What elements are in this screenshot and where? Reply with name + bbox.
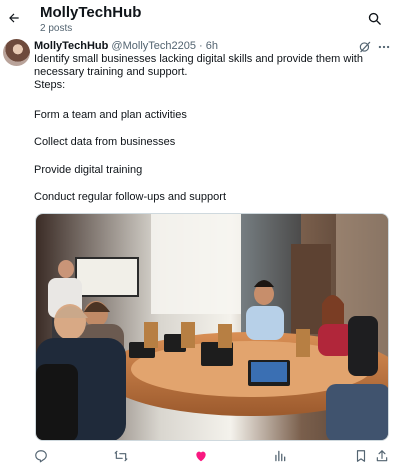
author-name[interactable]: MollyTechHub <box>34 40 108 52</box>
search-button[interactable] <box>364 8 384 28</box>
arrow-left-icon <box>9 13 19 23</box>
views-button[interactable] <box>272 448 288 464</box>
retweet-button[interactable] <box>113 448 129 464</box>
share-button[interactable] <box>374 448 390 464</box>
meeting-photo <box>36 214 388 440</box>
post-count: 2 posts <box>40 23 73 34</box>
step-item: Collect data from businesses <box>34 136 176 148</box>
step-item: Form a team and plan activities <box>34 109 187 121</box>
step-item: Provide digital training <box>34 164 143 176</box>
tweet-actions <box>0 448 400 468</box>
author-handle[interactable]: @MollyTech2205 · 6h <box>111 40 218 52</box>
like-icon <box>196 451 206 462</box>
steps-label: Steps: <box>34 79 66 91</box>
step-item: Conduct regular follow-ups and support <box>34 191 227 203</box>
share-icon <box>376 450 388 462</box>
grok-button[interactable] <box>358 40 372 54</box>
views-icon <box>275 450 286 462</box>
tweet-header: MollyTechHub @MollyTech2205 · 6h <box>34 40 218 53</box>
tweet-photo[interactable] <box>35 213 389 441</box>
like-button[interactable] <box>193 448 209 464</box>
tweet-intro: Identify small businesses lacking digita… <box>34 53 363 78</box>
bookmark-button[interactable] <box>353 448 369 464</box>
more-icon <box>378 45 390 49</box>
avatar[interactable] <box>3 39 30 66</box>
more-button[interactable] <box>377 40 391 54</box>
search-icon <box>368 12 381 25</box>
retweet-icon <box>114 450 128 462</box>
reply-button[interactable] <box>33 448 49 464</box>
profile-header: MollyTechHub 2 posts <box>0 0 400 36</box>
profile-name: MollyTechHub <box>40 4 142 21</box>
tweet-text: Identify small businesses lacking digita… <box>34 53 389 92</box>
reply-icon <box>35 450 47 463</box>
back-button[interactable] <box>4 8 24 28</box>
grok-icon <box>359 41 371 53</box>
bookmark-icon <box>356 450 366 462</box>
